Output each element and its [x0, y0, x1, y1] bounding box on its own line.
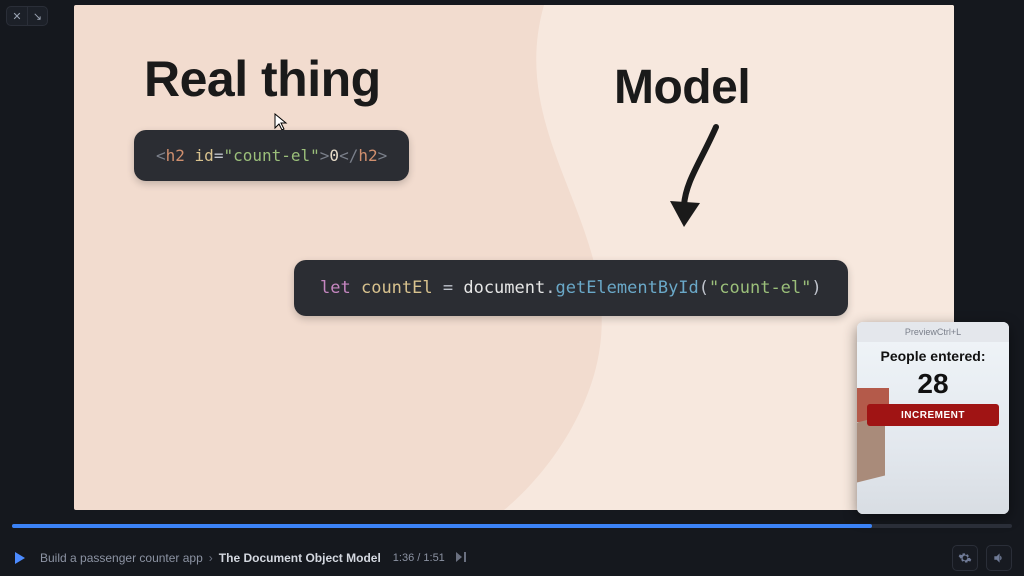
next-lesson-icon[interactable] [455, 550, 469, 566]
heading-real-thing: Real thing [144, 50, 381, 108]
code-token: countEl [361, 278, 433, 298]
breadcrumb-course[interactable]: Build a passenger counter app [40, 551, 203, 565]
close-icon[interactable]: ✕ [7, 7, 27, 25]
preview-body: People entered: 28 INCREMENT [857, 342, 1009, 514]
code-token: = [433, 278, 464, 298]
volume-button[interactable] [986, 545, 1012, 571]
preview-panel[interactable]: PreviewCtrl+L People entered: 28 INCREME… [857, 322, 1009, 514]
preview-title: People entered: [857, 348, 1009, 364]
code-token: </ [339, 146, 358, 165]
code-token: > [320, 146, 330, 165]
expand-icon[interactable]: ↘ [27, 7, 47, 25]
code-token: document [463, 278, 545, 298]
code-token: getElementById [555, 278, 698, 298]
code-token: . [545, 278, 555, 298]
code-token: < [156, 146, 166, 165]
code-token [185, 146, 195, 165]
arrow-icon [664, 123, 734, 238]
code-token: "count-el" [709, 278, 811, 298]
breadcrumb-lesson[interactable]: The Document Object Model [219, 551, 381, 565]
gear-icon [958, 551, 972, 565]
increment-button[interactable]: INCREMENT [867, 404, 999, 426]
progress-bar-fill [12, 524, 872, 528]
code-token: = [214, 146, 224, 165]
code-html-snippet: <h2 id="count-el">0</h2> [134, 130, 409, 181]
top-mini-toolbar: ✕ ↘ [6, 6, 48, 26]
slide-area: Real thing Model <h2 id="count-el">0</h2… [74, 5, 954, 510]
code-token: h2 [358, 146, 377, 165]
code-token: "count-el" [223, 146, 319, 165]
play-button[interactable] [12, 549, 30, 567]
time-current: 1:36 [393, 552, 414, 564]
code-token: h2 [166, 146, 185, 165]
code-token: 0 [329, 146, 339, 165]
code-token [351, 278, 361, 298]
preview-header: PreviewCtrl+L [857, 322, 1009, 342]
volume-icon [992, 551, 1006, 565]
time-display: 1:36 / 1:51 [393, 552, 445, 564]
settings-button[interactable] [952, 545, 978, 571]
progress-track[interactable] [12, 524, 1012, 528]
breadcrumb: Build a passenger counter app › The Docu… [40, 550, 942, 566]
preview-count: 28 [857, 368, 1009, 400]
code-token: > [378, 146, 388, 165]
heading-model: Model [614, 60, 750, 115]
time-total: 1:51 [423, 552, 444, 564]
breadcrumb-separator: › [209, 551, 213, 565]
progress-bar-bg [12, 524, 1012, 528]
code-token: ) [811, 278, 821, 298]
code-token: ( [699, 278, 709, 298]
bottom-right-icons [952, 545, 1012, 571]
code-token: id [195, 146, 214, 165]
code-js-snippet: let countEl = document.getElementById("c… [294, 260, 848, 316]
code-token: let [320, 278, 351, 298]
bottom-bar: Build a passenger counter app › The Docu… [0, 540, 1024, 576]
